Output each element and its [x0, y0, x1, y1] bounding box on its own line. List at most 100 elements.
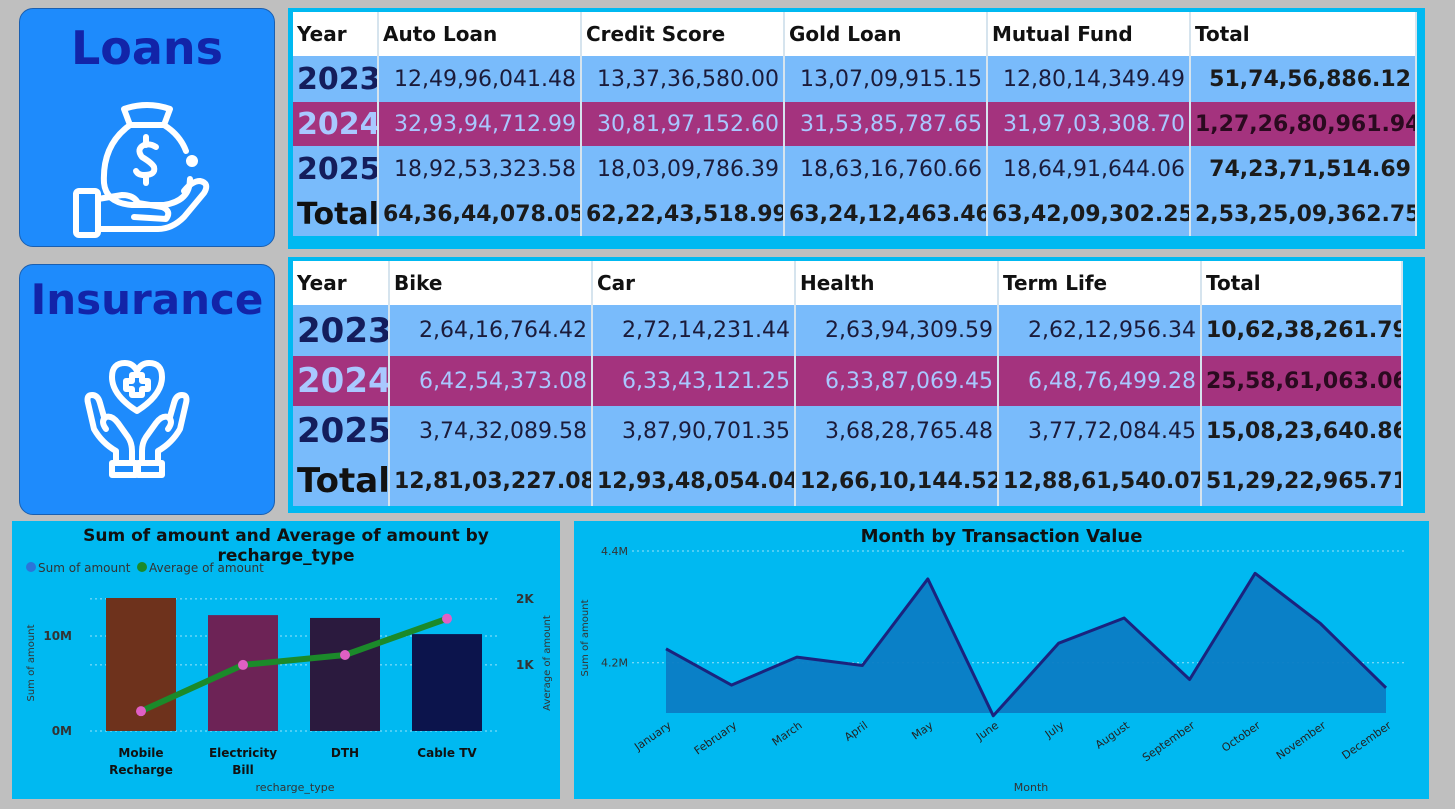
x-tick-label: June	[973, 719, 1001, 744]
cell: 18,92,53,323.58	[378, 146, 582, 192]
col-header-term-life[interactable]: Term Life	[998, 261, 1202, 305]
recharge-combo-chart: Sum of amount and Average of amount by r…	[12, 521, 560, 799]
y2-axis-title: Average of amount	[542, 615, 553, 711]
cell: 63,42,09,302.25	[987, 192, 1191, 236]
cell: 18,64,91,644.06	[987, 146, 1191, 192]
x-axis-title: Month	[1014, 781, 1049, 794]
row-total: 25,58,61,063.06	[1201, 356, 1403, 406]
x-tick-label: April	[842, 719, 870, 744]
cell: 12,49,96,041.48	[378, 56, 582, 102]
x-axis-title: recharge_type	[256, 781, 335, 794]
col-header-year[interactable]: Year	[293, 261, 390, 305]
cell: 3,74,32,089.58	[389, 406, 593, 456]
cell: 6,33,43,121.25	[592, 356, 796, 406]
cell: 18,03,09,786.39	[581, 146, 785, 192]
col-header-credit-score[interactable]: Credit Score	[581, 12, 785, 56]
loans-matrix: Year Auto Loan Credit Score Gold Loan Mu…	[293, 12, 1417, 236]
legend-swatch-average	[137, 562, 147, 572]
x-tick-label: Mobile	[118, 746, 163, 760]
total-label: Total	[293, 456, 390, 506]
col-header-health[interactable]: Health	[795, 261, 999, 305]
table-row: 2024 6,42,54,373.08 6,33,43,121.25 6,33,…	[293, 356, 1403, 406]
total-label: Total	[293, 192, 379, 236]
cell: 62,22,43,518.99	[581, 192, 785, 236]
cell: 12,88,61,540.07	[998, 456, 1202, 506]
cell: 3,77,72,084.45	[998, 406, 1202, 456]
heart-hands-care-icon	[84, 360, 190, 478]
row-total: 51,74,56,886.12	[1190, 56, 1417, 102]
bar	[310, 617, 380, 731]
area-chart-svg[interactable]: Sum of amount Month 4.2M 4.4M January Febru…	[574, 521, 1429, 799]
col-header-total[interactable]: Total	[1190, 12, 1417, 56]
col-header-total[interactable]: Total	[1201, 261, 1403, 305]
y2-tick-label: 2K	[516, 592, 534, 606]
x-tick-label: January	[631, 719, 674, 754]
row-year: 2024	[293, 102, 379, 146]
x-tick-label: September	[1140, 719, 1198, 765]
x-tick-label: October	[1219, 719, 1263, 755]
table-row: 2025 18,92,53,323.58 18,03,09,786.39 18,…	[293, 146, 1417, 192]
x-tick-label: August	[1093, 718, 1133, 751]
row-year: 2023	[293, 305, 390, 356]
table-total-row: Total 12,81,03,227.08 12,93,48,054.04 12…	[293, 456, 1403, 506]
cell: 2,64,16,764.42	[389, 305, 593, 356]
col-header-year[interactable]: Year	[293, 12, 379, 56]
y-tick-label: 0M	[52, 724, 72, 738]
cell: 12,66,10,144.52	[795, 456, 999, 506]
cell: 6,42,54,373.08	[389, 356, 593, 406]
cell: 12,80,14,349.49	[987, 56, 1191, 102]
cell: 3,68,28,765.48	[795, 406, 999, 456]
insurance-tile: Insurance	[19, 264, 275, 515]
cell: 64,36,44,078.05	[378, 192, 582, 236]
money-bag-hand-icon	[73, 102, 210, 238]
x-tick-label: Recharge	[109, 763, 173, 777]
loans-tile: Loans	[19, 8, 275, 247]
cell: 2,72,14,231.44	[592, 305, 796, 356]
average-marker	[136, 706, 146, 717]
cell: 32,93,94,712.99	[378, 102, 582, 146]
x-tick-label: March	[770, 719, 805, 749]
legend-swatch-sum	[26, 562, 36, 572]
x-tick-label: Bill	[232, 763, 254, 777]
x-tick-label: Electricity	[209, 746, 277, 760]
monthly-transaction-area-chart: Month by Transaction Value Sum of amount…	[574, 521, 1429, 799]
legend: Sum of amount Average of amount	[26, 561, 264, 575]
col-header-bike[interactable]: Bike	[389, 261, 593, 305]
cell: 18,63,16,760.66	[784, 146, 988, 192]
table-row: 2023 12,49,96,041.48 13,37,36,580.00 13,…	[293, 56, 1417, 102]
table-row: 2023 2,64,16,764.42 2,72,14,231.44 2,63,…	[293, 305, 1403, 356]
grand-total: 2,53,25,09,362.75	[1190, 192, 1417, 236]
cell: 12,93,48,054.04	[592, 456, 796, 506]
x-tick-label: Cable TV	[417, 746, 477, 760]
col-header-auto-loan[interactable]: Auto Loan	[378, 12, 582, 56]
average-marker	[340, 650, 350, 660]
cell: 6,33,87,069.45	[795, 356, 999, 406]
row-year: 2023	[293, 56, 379, 102]
cell: 12,81,03,227.08	[389, 456, 593, 506]
row-total: 15,08,23,640.86	[1201, 406, 1403, 456]
insurance-title: Insurance	[30, 275, 264, 324]
table-row: 2024 32,93,94,712.99 30,81,97,152.60 31,…	[293, 102, 1417, 146]
row-total: 1,27,26,80,961.94	[1190, 102, 1417, 146]
cell: 13,07,09,915.15	[784, 56, 988, 102]
cell: 3,87,90,701.35	[592, 406, 796, 456]
x-tick-label: December	[1340, 719, 1395, 763]
row-total: 74,23,71,514.69	[1190, 146, 1417, 192]
row-year: 2025	[293, 146, 379, 192]
row-total: 10,62,38,261.79	[1201, 305, 1403, 356]
cell: 30,81,97,152.60	[581, 102, 785, 146]
y-axis-title: Sum of amount	[580, 599, 591, 676]
combo-chart-svg[interactable]: Sum of amount Average of amount Sum of a…	[12, 521, 560, 799]
x-tick-label: February	[692, 719, 740, 758]
x-tick-label: July	[1042, 719, 1067, 742]
cell: 31,97,03,308.70	[987, 102, 1191, 146]
cell: 31,53,85,787.65	[784, 102, 988, 146]
col-header-mutual-fund[interactable]: Mutual Fund	[987, 12, 1191, 56]
cell: 2,62,12,956.34	[998, 305, 1202, 356]
cell: 2,63,94,309.59	[795, 305, 999, 356]
average-marker	[238, 659, 248, 670]
table-row: 2025 3,74,32,089.58 3,87,90,701.35 3,68,…	[293, 406, 1403, 456]
col-header-car[interactable]: Car	[592, 261, 796, 305]
col-header-gold-loan[interactable]: Gold Loan	[784, 12, 988, 56]
cell: 63,24,12,463.46	[784, 192, 988, 236]
